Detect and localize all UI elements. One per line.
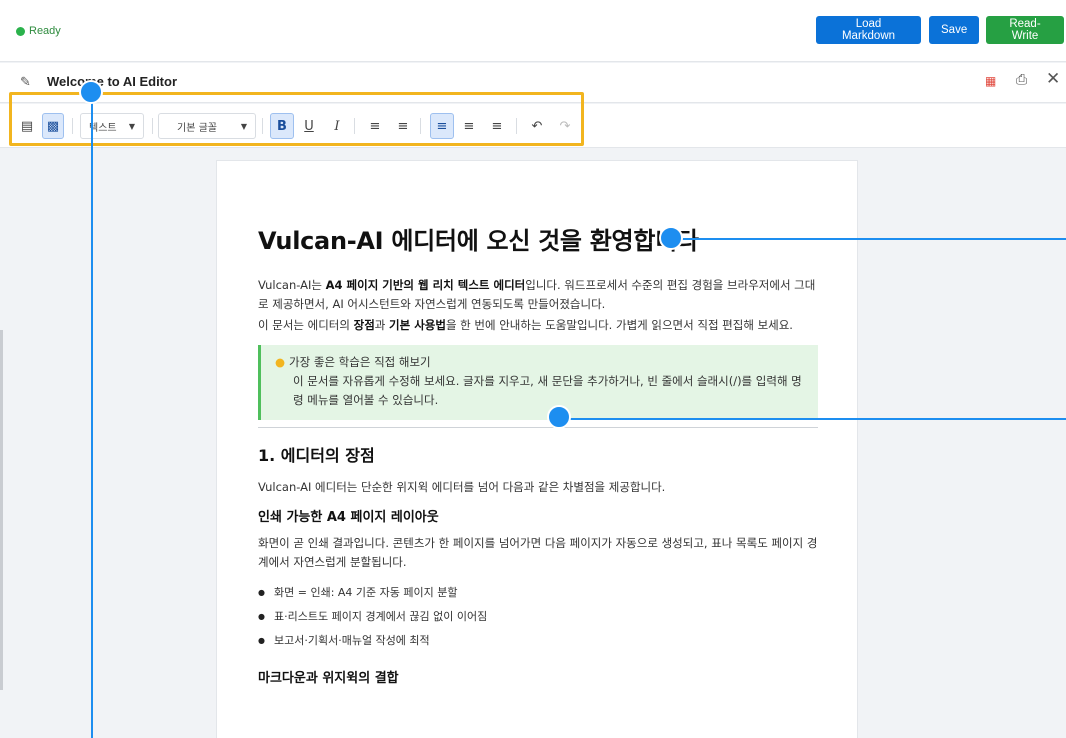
annotation-line <box>91 92 93 738</box>
annotation-marker <box>79 80 103 104</box>
toolbar-divider <box>152 118 153 134</box>
annotation-line <box>559 418 1066 420</box>
italic-button[interactable]: I <box>326 113 348 139</box>
intro-paragraph-1[interactable]: Vulcan-AI는 A4 페이지 기반의 웹 리치 텍스트 에디터입니다. 워… <box>258 276 818 314</box>
list-item[interactable]: 표·리스트도 페이지 경계에서 끊김 없이 이어짐 <box>258 605 818 629</box>
align-center-icon[interactable]: ≡ <box>458 113 480 139</box>
a4-page[interactable]: Vulcan-AI 에디터에 오신 것을 환영합니다 Vulcan-AI는 A4… <box>216 160 858 738</box>
lightbulb-icon: ● <box>275 355 286 369</box>
document-title: Welcome to AI Editor <box>47 74 178 89</box>
annotation-marker <box>659 226 683 250</box>
page-layout-view-icon[interactable]: ▩ <box>42 113 64 139</box>
status-bar: Ready Load Markdown Save Read-Write <box>0 0 1066 62</box>
chevron-down-icon: ▼ <box>240 121 247 131</box>
list-item[interactable]: 보고서·기획서·매뉴얼 작성에 최적 <box>258 629 818 653</box>
status-indicator: Ready <box>16 25 61 37</box>
undo-icon[interactable]: ↶ <box>526 113 548 139</box>
underline-button[interactable]: U <box>298 113 320 139</box>
callout-body: 이 문서를 자유롭게 수정해 보세요. 글자를 지우고, 새 문단을 추가하거나… <box>293 374 802 407</box>
block-style-value: 텍스트 <box>89 122 117 134</box>
document-header: ✎ Welcome to AI Editor ▦ ⎙ ✕ <box>0 63 1066 103</box>
font-family-dropdown[interactable]: 기본 글꼴 ▼ <box>158 113 256 139</box>
print-icon[interactable]: ⎙ <box>1016 72 1027 88</box>
text-run: Vulcan-AI는 <box>258 278 326 292</box>
bullet-list-icon[interactable]: ≡ <box>364 113 386 139</box>
numbered-list-icon[interactable]: ≡ <box>392 113 414 139</box>
save-button[interactable]: Save <box>929 16 979 44</box>
align-left-icon[interactable]: ≡ <box>430 113 454 139</box>
close-icon[interactable]: ✕ <box>1046 69 1060 89</box>
load-markdown-button[interactable]: Load Markdown <box>816 16 921 44</box>
bullet-list[interactable]: 화면 = 인쇄: A4 기준 자동 페이지 분할 표·리스트도 페이지 경계에서… <box>258 581 818 653</box>
horizontal-rule <box>258 427 818 428</box>
bold-text-run: 기본 사용법 <box>389 318 446 332</box>
text-run: 이 문서는 에디터의 <box>258 318 354 332</box>
toolbar-divider <box>420 118 421 134</box>
bold-button[interactable]: B <box>270 113 294 139</box>
toolbar-divider <box>354 118 355 134</box>
chevron-down-icon: ▼ <box>128 121 135 131</box>
redo-icon[interactable]: ↷ <box>554 113 576 139</box>
tip-callout[interactable]: ● 가장 좋은 학습은 직접 해보기 이 문서를 자유롭게 수정해 보세요. 글자… <box>258 345 818 420</box>
toolbar-divider <box>516 118 517 134</box>
text-run: 과 <box>374 318 390 332</box>
callout-title: ● 가장 좋은 학습은 직접 해보기 <box>275 353 804 372</box>
single-page-view-icon[interactable]: ▤ <box>16 113 38 139</box>
read-write-toggle-button[interactable]: Read-Write <box>986 16 1064 44</box>
document-heading-2[interactable]: 1. 에디터의 장점 <box>258 442 818 466</box>
document-heading-3[interactable]: 인쇄 가능한 A4 페이지 레이아웃 <box>258 506 818 525</box>
section-paragraph[interactable]: 화면이 곧 인쇄 결과입니다. 콘텐츠가 한 페이지를 넘어가면 다음 페이지가… <box>258 534 818 572</box>
pdf-export-icon[interactable]: ▦ <box>985 74 996 88</box>
annotation-marker <box>547 405 571 429</box>
document-content[interactable]: Vulcan-AI 에디터에 오신 것을 환영합니다 Vulcan-AI는 A4… <box>258 221 818 695</box>
annotation-line <box>671 238 1066 240</box>
align-right-icon[interactable]: ≡ <box>486 113 508 139</box>
toolbar-divider <box>262 118 263 134</box>
formatting-toolbar: ▤ ▩ 텍스트 ▼ 기본 글꼴 ▼ B U I ≡ ≡ ≡ ≡ ≡ ↶ ↷ <box>0 104 1066 148</box>
bold-text-run: A4 페이지 기반의 웹 리치 텍스트 에디터 <box>325 278 526 292</box>
list-item[interactable]: 화면 = 인쇄: A4 기준 자동 페이지 분할 <box>258 581 818 605</box>
section-paragraph[interactable]: Vulcan-AI 에디터는 단순한 위지윅 에디터를 넘어 다음과 같은 차별… <box>258 478 818 497</box>
bold-text-run: 장점 <box>353 318 375 332</box>
edit-title-icon[interactable]: ✎ <box>20 75 31 90</box>
intro-paragraph-2[interactable]: 이 문서는 에디터의 장점과 기본 사용법을 한 번에 안내하는 도움말입니다.… <box>258 316 818 335</box>
status-dot-icon <box>16 26 25 36</box>
toolbar-divider <box>72 118 73 134</box>
document-heading-3[interactable]: 마크다운과 위지윅의 결합 <box>258 667 818 686</box>
font-family-value: 기본 글꼴 <box>177 122 217 134</box>
callout-title-text: 가장 좋은 학습은 직접 해보기 <box>289 355 431 369</box>
text-run: 을 한 번에 안내하는 도움말입니다. 가볍게 읽으면서 직접 편집해 보세요. <box>445 318 793 332</box>
block-style-dropdown[interactable]: 텍스트 ▼ <box>80 113 144 139</box>
status-text: Ready <box>29 25 61 37</box>
panel-resize-handle[interactable] <box>0 330 3 690</box>
